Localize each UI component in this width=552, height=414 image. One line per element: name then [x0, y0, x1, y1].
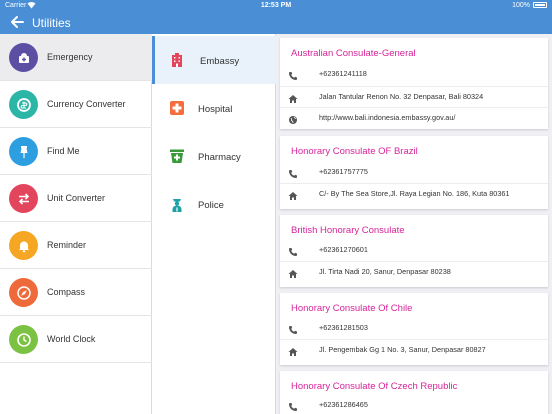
- address-text: C/- By The Sea Store,Jl. Raya Legian No.…: [319, 189, 510, 198]
- phone-icon: [288, 68, 298, 80]
- contact-title: British Honorary Consulate: [291, 225, 405, 236]
- phone-number: +62361270601: [319, 245, 368, 254]
- category-label: Embassy: [200, 56, 240, 67]
- menu-item-label: Currency Converter: [47, 99, 126, 109]
- battery-icon: [533, 2, 547, 8]
- page-title: Utilities: [32, 16, 71, 30]
- category-label: Hospital: [198, 104, 233, 115]
- website-link[interactable]: http://www.bali.indonesia.embassy.gov.au…: [319, 113, 455, 122]
- phone-row[interactable]: +62361286465: [280, 395, 548, 414]
- phone-icon: [288, 166, 298, 178]
- status-bar: Carrier 12:53 PM 100%: [0, 0, 552, 11]
- contact-title: Honorary Consulate Of Chile: [291, 303, 413, 314]
- menu-item-label: Compass: [47, 287, 86, 297]
- bell-icon: [9, 231, 38, 260]
- phone-row[interactable]: +62361757775: [280, 162, 548, 182]
- police-officer-icon: [169, 196, 185, 212]
- address-text: Jalan Tantular Renon No. 32 Denpasar, Ba…: [319, 92, 484, 101]
- category-embassy[interactable]: Embassy: [152, 36, 276, 84]
- battery-percent: 100%: [512, 2, 530, 9]
- menu-item-unit-converter[interactable]: Unit Converter: [0, 175, 152, 222]
- pin-icon: [9, 137, 38, 166]
- contact-card[interactable]: British Honorary Consulate +62361270601 …: [280, 215, 548, 287]
- compass-icon: [9, 278, 38, 307]
- phone-icon: [288, 322, 298, 334]
- contact-card[interactable]: Australian Consulate-General +6236124111…: [280, 38, 548, 129]
- category-hospital[interactable]: Hospital: [152, 84, 276, 132]
- phone-number: +62361757775: [319, 167, 368, 176]
- menu-item-label: Reminder: [47, 240, 87, 250]
- phone-row[interactable]: +62361241118: [280, 64, 548, 84]
- pharmacy-icon: [169, 148, 185, 164]
- nav-bar: Utilities: [0, 11, 552, 34]
- status-time: 12:53 PM: [260, 2, 292, 9]
- contact-list: Australian Consulate-General +6236124111…: [276, 34, 552, 414]
- phone-number: +62361281503: [319, 323, 368, 332]
- globe-icon: [288, 112, 298, 124]
- building-icon: [169, 52, 185, 68]
- currency-exchange-icon: [9, 90, 38, 119]
- category-label: Police: [198, 200, 224, 211]
- menu-item-emergency[interactable]: Emergency: [0, 34, 152, 81]
- utilities-menu: Emergency Currency Converter Find Me Uni…: [0, 34, 152, 414]
- contact-card[interactable]: Honorary Consulate Of Czech Republic +62…: [280, 371, 548, 414]
- home-icon: [288, 344, 298, 356]
- phone-number: +62361286465: [319, 400, 368, 409]
- hospital-cross-icon: [169, 100, 185, 116]
- address-text: Jl. Tirta Nadi 20, Sanur, Denpasar 80238: [319, 267, 451, 276]
- category-label: Pharmacy: [198, 152, 241, 163]
- menu-item-reminder[interactable]: Reminder: [0, 222, 152, 269]
- contact-title: Australian Consulate-General: [291, 48, 416, 59]
- address-row[interactable]: C/- By The Sea Store,Jl. Raya Legian No.…: [280, 183, 548, 203]
- home-icon: [288, 266, 298, 278]
- website-row[interactable]: http://www.bali.indonesia.embassy.gov.au…: [280, 107, 548, 127]
- top-bar: Carrier 12:53 PM 100% Utilities: [0, 0, 552, 34]
- phone-row[interactable]: +62361281503: [280, 318, 548, 338]
- address-row[interactable]: Jl. Tirta Nadi 20, Sanur, Denpasar 80238: [280, 261, 548, 281]
- category-pharmacy[interactable]: Pharmacy: [152, 132, 276, 180]
- phone-icon: [288, 399, 298, 411]
- contact-title: Honorary Consulate Of Czech Republic: [291, 381, 458, 392]
- back-arrow-icon[interactable]: [8, 13, 26, 31]
- phone-number: +62361241118: [319, 69, 367, 78]
- home-icon: [288, 91, 298, 103]
- menu-item-find-me[interactable]: Find Me: [0, 128, 152, 175]
- phone-row[interactable]: +62361270601: [280, 240, 548, 260]
- ambulance-icon: [9, 43, 38, 72]
- emergency-categories: Embassy Hospital Pharmacy Police: [152, 34, 276, 414]
- menu-item-compass[interactable]: Compass: [0, 269, 152, 316]
- address-text: Jl. Pengembak Gg 1 No. 3, Sanur, Denpasa…: [319, 345, 486, 354]
- home-icon: [288, 188, 298, 200]
- menu-item-world-clock[interactable]: World Clock: [0, 316, 152, 363]
- menu-item-label: World Clock: [47, 334, 96, 344]
- contact-title: Honorary Consulate OF Brazil: [291, 146, 418, 157]
- clock-icon: [9, 325, 38, 354]
- address-row[interactable]: Jl. Pengembak Gg 1 No. 3, Sanur, Denpasa…: [280, 339, 548, 359]
- menu-item-label: Emergency: [47, 52, 93, 62]
- swap-arrows-icon: [9, 184, 38, 213]
- category-police[interactable]: Police: [152, 180, 276, 228]
- menu-item-label: Unit Converter: [47, 193, 106, 203]
- menu-item-label: Find Me: [47, 146, 80, 156]
- address-row[interactable]: Jalan Tantular Renon No. 32 Denpasar, Ba…: [280, 86, 548, 106]
- contact-card[interactable]: Honorary Consulate Of Chile +62361281503…: [280, 293, 548, 365]
- phone-icon: [288, 244, 298, 256]
- contact-card[interactable]: Honorary Consulate OF Brazil +6236175777…: [280, 136, 548, 209]
- menu-item-currency-converter[interactable]: Currency Converter: [0, 81, 152, 128]
